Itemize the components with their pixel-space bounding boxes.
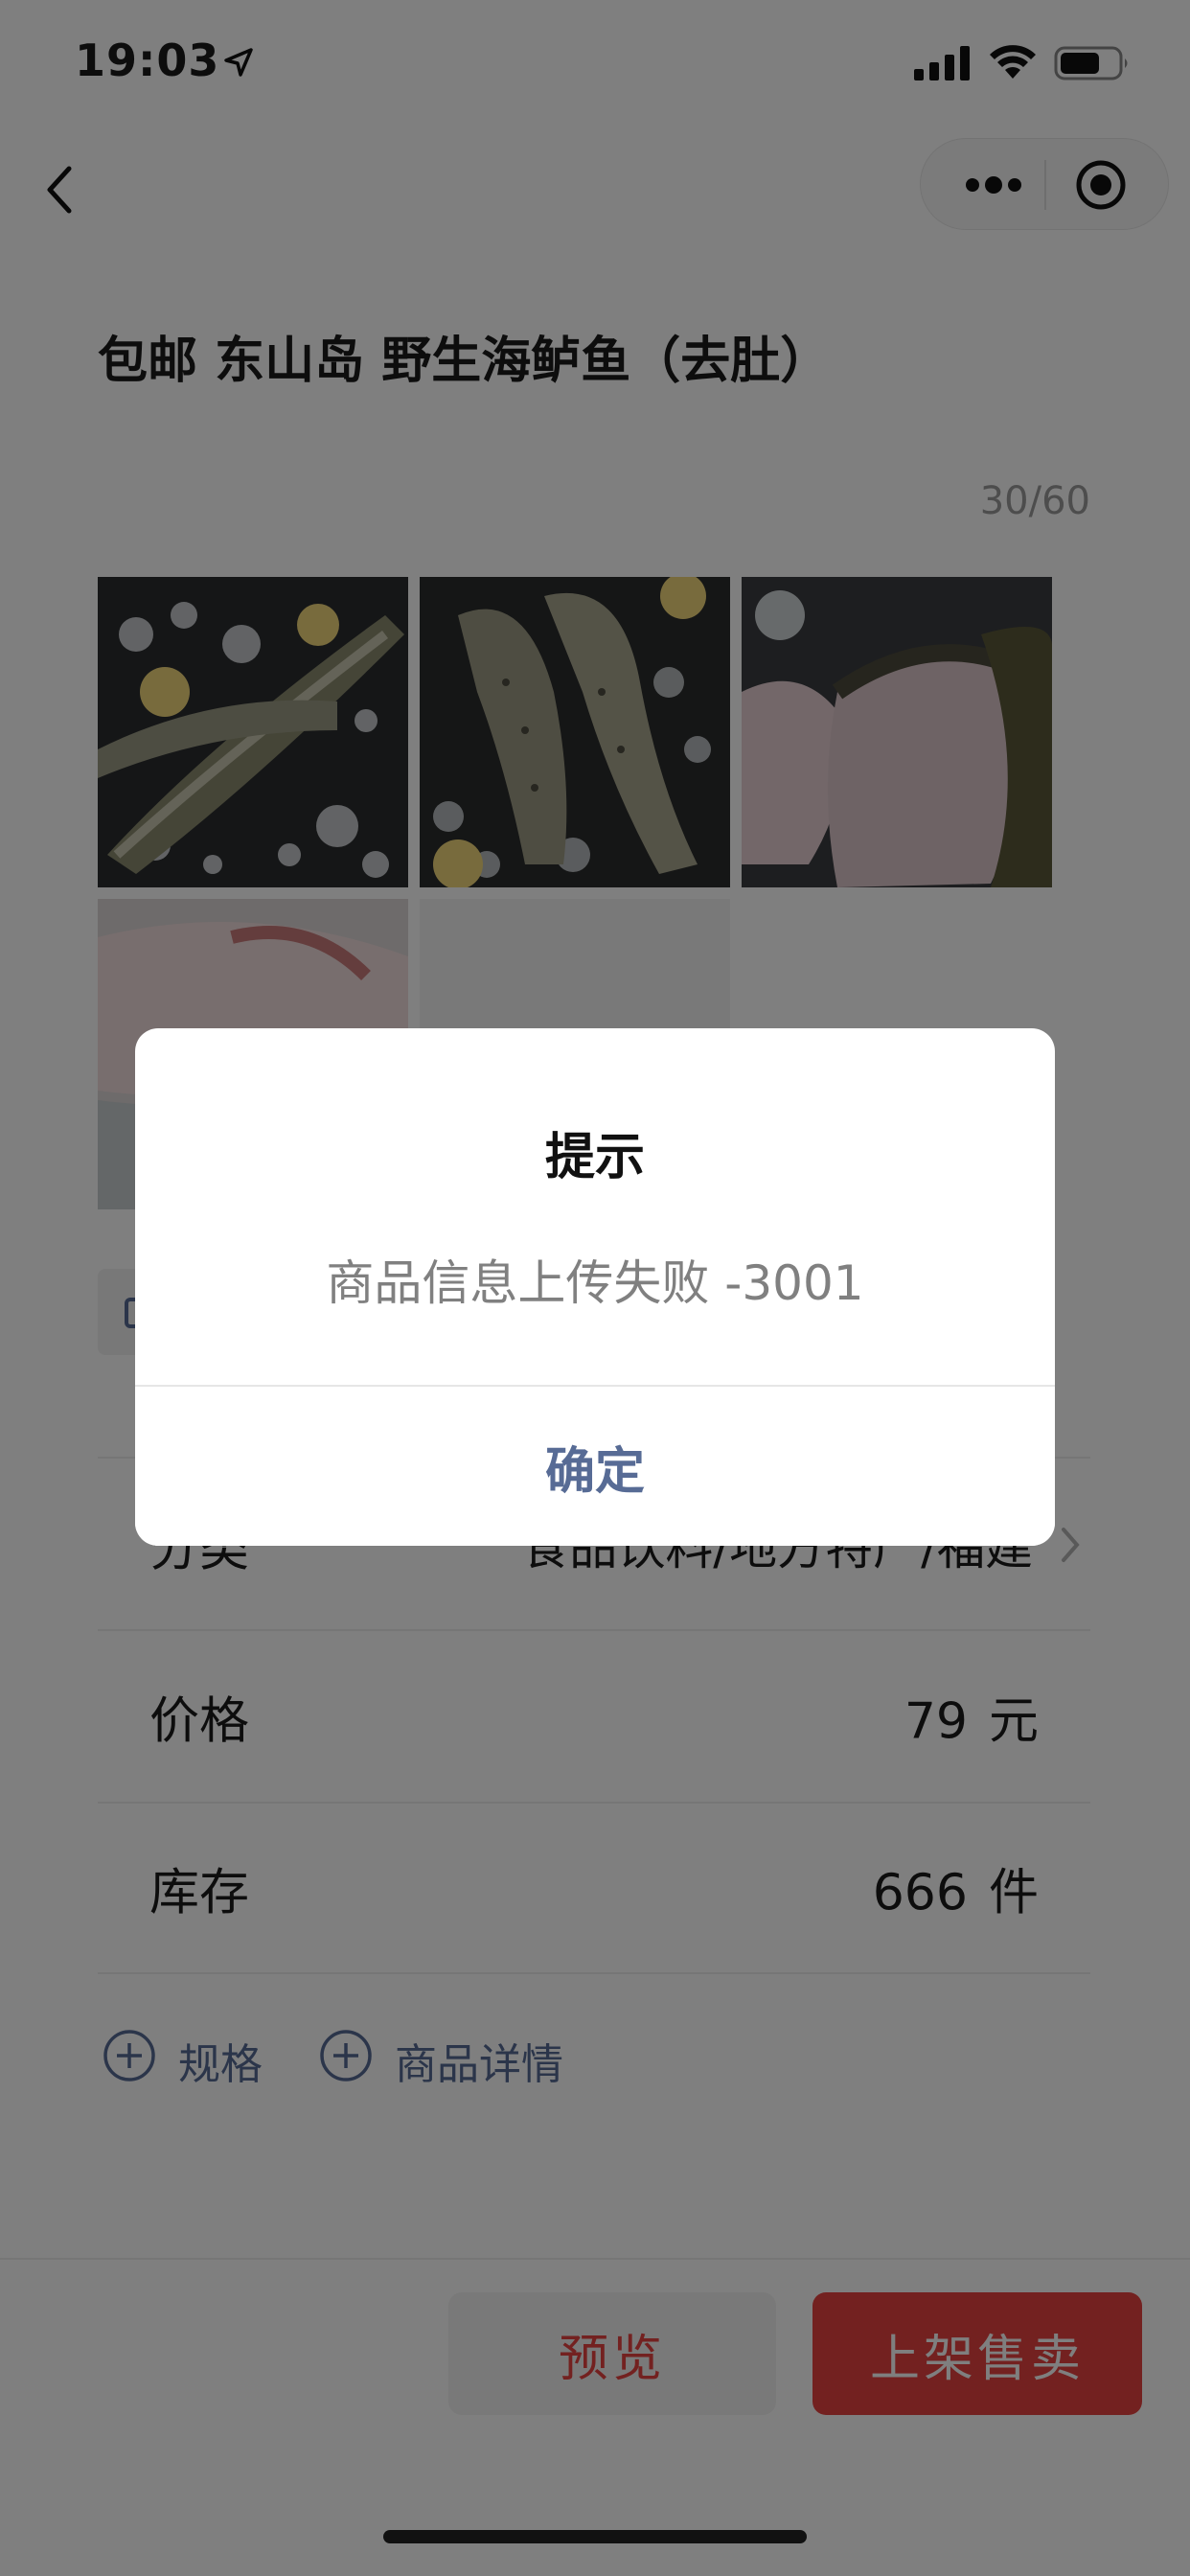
dialog-message: 商品信息上传失败 -3001 (326, 1255, 864, 1311)
product-editor-screen: 19:03 (0, 0, 1190, 2576)
confirm-button[interactable]: 确定 (135, 1387, 1055, 1546)
alert-dialog: 提示 商品信息上传失败 -3001 确定 (135, 1028, 1055, 1546)
home-indicator[interactable] (383, 2530, 807, 2543)
dialog-title: 提示 (544, 1129, 645, 1186)
